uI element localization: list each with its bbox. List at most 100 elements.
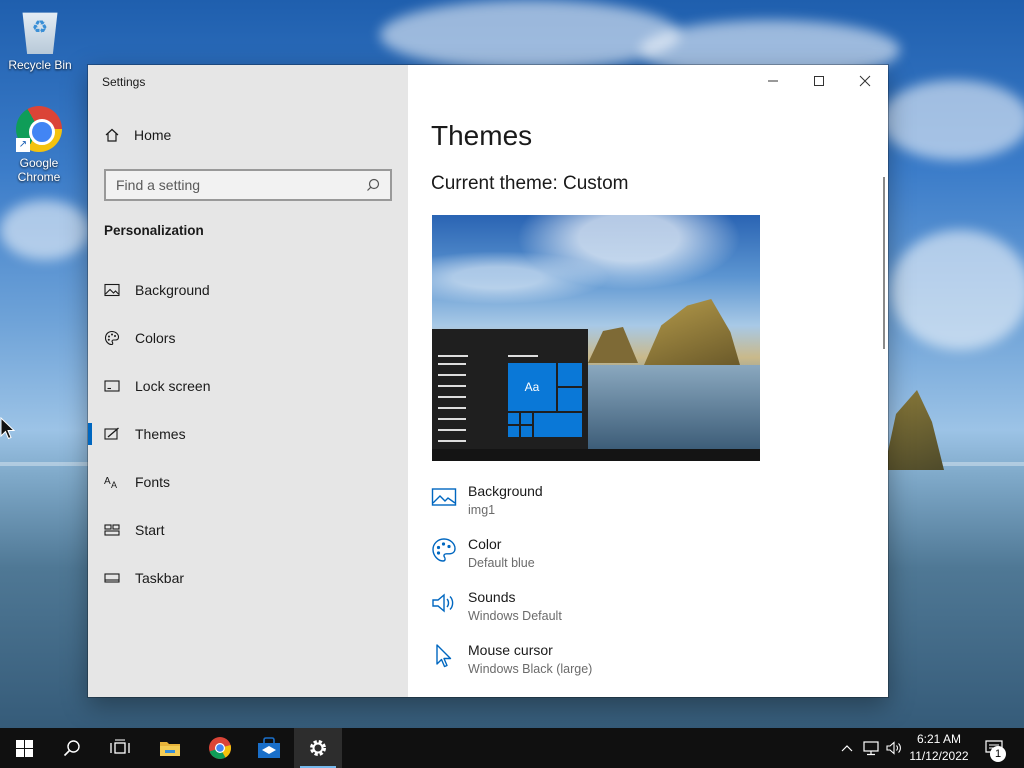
sidebar-item-colors[interactable]: Colors: [88, 314, 408, 362]
property-text: Color Default blue: [468, 535, 535, 572]
page-title: Themes: [431, 120, 533, 151]
cursor-icon: [436, 644, 452, 668]
themes-icon: [104, 427, 119, 440]
property-value: img1: [468, 503, 496, 517]
taskbar-clock[interactable]: 6:21 AM 11/12/2022: [904, 731, 974, 765]
settings-taskbar-button[interactable]: [294, 728, 342, 768]
property-text: Mouse cursor Windows Black (large): [468, 641, 592, 678]
close-icon: [859, 75, 871, 87]
preview-tile: [534, 413, 582, 437]
store-icon: [258, 737, 280, 758]
wallpaper-cloud: [380, 0, 680, 70]
sidebar-item-label: Lock screen: [135, 378, 211, 394]
preview-tile: [508, 426, 519, 437]
start-button[interactable]: [0, 728, 48, 768]
minimize-button[interactable]: [750, 65, 796, 97]
minimize-icon: [768, 80, 778, 82]
preview-menu-lines: [438, 363, 468, 451]
property-name: Background: [468, 483, 543, 499]
content-scrollbar[interactable]: [883, 177, 885, 349]
window-title: Settings: [102, 75, 146, 89]
task-view-icon: [110, 739, 130, 754]
search-icon: [63, 740, 80, 757]
preview-tile: [521, 426, 532, 437]
property-value: Windows Default: [468, 609, 562, 623]
theme-property-mouse-cursor[interactable]: Mouse cursor Windows Black (large): [431, 641, 851, 694]
maximize-button[interactable]: [796, 65, 842, 97]
theme-property-color[interactable]: Color Default blue: [431, 535, 851, 588]
taskbar: 6:21 AM 11/12/2022: [0, 728, 1024, 768]
sidebar-item-label: Themes: [135, 426, 186, 442]
file-explorer-button[interactable]: [146, 728, 194, 768]
preview-tile: [558, 388, 582, 411]
property-text: Background img1: [468, 482, 543, 519]
chevron-up-icon: [841, 745, 853, 752]
wallpaper-rock: [884, 390, 944, 470]
sidebar-item-label: Start: [135, 522, 165, 538]
chrome-taskbar-button[interactable]: [196, 728, 244, 768]
file-explorer-icon: [160, 742, 180, 756]
property-text: Sounds Windows Default: [468, 588, 562, 625]
property-value: Default blue: [468, 556, 535, 570]
preview-tile: [508, 413, 519, 424]
preview-line: [438, 355, 468, 357]
notification-count-badge: 1: [990, 746, 1006, 762]
sidebar-item-label: Taskbar: [135, 570, 185, 586]
volume-button[interactable]: [884, 728, 904, 768]
chrome-icon: ↗: [16, 106, 62, 152]
sidebar-item-label: Fonts: [135, 474, 171, 490]
windows-start-icon: [15, 739, 33, 757]
network-button[interactable]: [860, 728, 882, 768]
sidebar-item-lock-screen[interactable]: Lock screen: [88, 362, 408, 410]
home-icon: [105, 128, 119, 142]
taskbar-search-button[interactable]: [48, 728, 96, 768]
lock-screen-icon: [104, 380, 120, 392]
maximize-icon: [814, 76, 824, 86]
sidebar-item-label: Colors: [135, 330, 176, 346]
volume-icon: [886, 741, 901, 755]
store-button[interactable]: [245, 728, 293, 768]
theme-properties: Background img1 Color Default blue Sound…: [431, 482, 851, 694]
desktop-icon-chrome[interactable]: ↗ Google Chrome: [3, 106, 75, 184]
search-input[interactable]: [116, 177, 346, 193]
theme-property-sounds[interactable]: Sounds Windows Default: [431, 588, 851, 641]
sidebar-item-background[interactable]: Background: [88, 266, 408, 314]
sidebar-item-themes[interactable]: Themes: [88, 410, 408, 458]
palette-icon: [432, 538, 456, 562]
theme-property-background[interactable]: Background img1: [431, 482, 851, 535]
speaker-icon: [432, 593, 454, 613]
task-view-button[interactable]: [96, 728, 144, 768]
search-icon[interactable]: [366, 178, 380, 192]
preview-rock: [588, 327, 638, 363]
picture-icon: [104, 283, 120, 297]
settings-window: Settings Home Personalization Background: [88, 65, 888, 697]
svg-text:A: A: [104, 476, 111, 487]
desktop-icon-recycle-bin[interactable]: Recycle Bin: [4, 8, 76, 72]
sidebar-item-taskbar[interactable]: Taskbar: [88, 554, 408, 602]
home-nav-item[interactable]: Home: [104, 127, 171, 143]
clock-date: 11/12/2022: [909, 749, 969, 763]
settings-icon: [310, 740, 326, 756]
nav-list: Background Colors Lock screen Themes A A…: [88, 266, 408, 602]
shortcut-arrow-icon: ↗: [16, 138, 30, 152]
current-theme-heading: Current theme: Custom: [431, 173, 629, 194]
close-button[interactable]: [842, 65, 888, 97]
section-title: Personalization: [104, 223, 204, 238]
show-hidden-icons-button[interactable]: [838, 728, 856, 768]
svg-text:A: A: [111, 480, 117, 490]
desktop-icon-label: Google Chrome: [17, 156, 61, 184]
preview-water: [588, 365, 760, 449]
chrome-icon: [209, 737, 232, 759]
search-box[interactable]: [104, 169, 392, 201]
network-icon: [863, 741, 879, 756]
theme-preview: Aa: [432, 215, 760, 461]
preview-line: [508, 355, 538, 357]
home-label: Home: [134, 127, 172, 143]
wallpaper-cloud: [890, 230, 1024, 350]
property-name: Color: [468, 536, 502, 552]
palette-icon: [104, 330, 120, 346]
fonts-icon: A A: [104, 476, 117, 490]
preview-tile: [558, 363, 582, 386]
sidebar-item-fonts[interactable]: A A Fonts: [88, 458, 408, 506]
sidebar-item-start[interactable]: Start: [88, 506, 408, 554]
